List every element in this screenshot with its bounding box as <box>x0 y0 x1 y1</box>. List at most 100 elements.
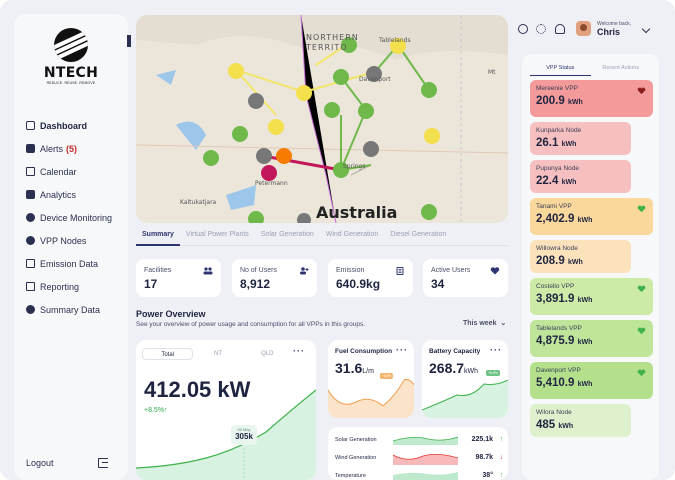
vpp-value: 4,875.9 kWh <box>536 335 592 347</box>
sidebar-item-calendar[interactable]: Calendar <box>26 160 112 183</box>
vpp-map[interactable]: NORTHERN TERRITO Tablelands Davenport Sp… <box>136 15 508 223</box>
logo: NTECH REDUCE. REUSE. REMOVE <box>41 28 101 100</box>
team-icon <box>203 267 213 275</box>
map-label-davenport: Davenport <box>359 76 391 83</box>
logout-button[interactable]: Logout <box>26 458 54 468</box>
vpp-card[interactable]: Mereenie VPP 200.9 kWh <box>530 80 653 117</box>
vpp-unit: kWh <box>577 297 593 304</box>
tab-summary[interactable]: Summary <box>136 226 180 246</box>
sidebar-item-reporting[interactable]: Reporting <box>26 275 112 298</box>
vpp-value: 208.9 kWh <box>536 255 583 267</box>
generation-label: Wind Generation <box>335 455 377 461</box>
map-label-tablelands: Tablelands <box>379 37 411 44</box>
generation-value: 225.1k <box>471 436 493 443</box>
stat-card-emission: Emission 640.9kg <box>328 259 413 297</box>
stat-value: 34 <box>431 277 445 291</box>
tab-recent-actions[interactable]: Recent Actions <box>591 62 652 76</box>
vpp-value-number: 485 <box>536 419 556 431</box>
stat-label: Facilities <box>144 267 172 274</box>
generation-value: 98.7k <box>475 454 493 461</box>
vpp-name: Mereenie VPP <box>536 85 578 92</box>
map-label-territory-2: TERRITO <box>306 43 348 52</box>
moon-icon[interactable] <box>518 24 528 34</box>
vpp-unit: kWh <box>561 141 577 148</box>
sidebar-nav: Dashboard Alerts (5) Calendar Analytics … <box>26 114 112 321</box>
sidebar-item-alerts[interactable]: Alerts (5) <box>26 137 112 160</box>
period-select-label: This week <box>463 320 497 327</box>
heart-icon <box>637 87 646 95</box>
vpp-card[interactable]: Tablelands VPP 4,875.9 kWh <box>530 320 653 357</box>
vpp-name: Tanami VPP <box>536 203 572 210</box>
vpp-card[interactable]: Kunparka Node 26.1 kWh <box>530 122 631 155</box>
vpp-value: 2,402.9 kWh <box>536 213 592 225</box>
sidebar-item-device-monitoring[interactable]: Device Monitoring <box>26 206 112 229</box>
vpp-card[interactable]: Costello VPP 3,891.9 kWh <box>530 278 653 315</box>
vpp-name: Tablelands VPP <box>536 325 582 332</box>
vpp-value-number: 3,891.9 <box>536 293 575 305</box>
active-indicator <box>127 35 131 47</box>
chevron-down-icon[interactable] <box>641 24 651 34</box>
sidebar-item-label: Dashboard <box>40 120 88 131</box>
power-overview-title: Power Overview <box>136 309 206 319</box>
vpp-unit: kWh <box>567 99 583 106</box>
fuel-consumption-card: Fuel Consumption ··· 31.6L/m +44% <box>328 340 414 418</box>
alert-icon <box>26 144 35 153</box>
tab-wind-generation[interactable]: Wind Generation <box>320 226 385 246</box>
generation-row-wind: Wind Generation 98.7k ↓ <box>335 453 503 463</box>
vpp-card[interactable]: Davenport VPP 5,410.9 kWh <box>530 362 653 399</box>
sidebar-item-vpp-nodes[interactable]: VPP Nodes <box>26 229 112 252</box>
vpp-name: Wilora Node <box>536 409 572 416</box>
vpp-card[interactable]: Pupunya Node 22.4 kWh <box>530 160 631 193</box>
vpp-name: Costello VPP <box>536 283 575 290</box>
stat-value: 640.9kg <box>336 277 381 291</box>
content-tabs: Summary Virtual Power Plants Solar Gener… <box>136 226 508 246</box>
vpp-value: 3,891.9 kWh <box>536 293 592 305</box>
period-select[interactable]: This week ⌄ <box>463 319 506 327</box>
arrow-up-icon: ↑ <box>499 436 504 443</box>
vpp-card[interactable]: Wilora Node 485 kWh <box>530 404 631 437</box>
analytics-icon <box>26 190 35 199</box>
nodes-icon <box>26 236 35 245</box>
avatar[interactable] <box>576 21 591 36</box>
heart-icon <box>637 327 646 335</box>
vpp-unit: kWh <box>558 423 574 430</box>
document-icon <box>396 267 404 275</box>
vpp-value: 485 kWh <box>536 419 573 431</box>
generation-label: Temperature <box>335 473 366 479</box>
vpp-card[interactable]: Willowra Node 208.9 kWh <box>530 240 631 273</box>
stat-label: No of Users <box>240 267 277 274</box>
sidebar-item-analytics[interactable]: Analytics <box>26 183 112 206</box>
sidebar-item-emission-data[interactable]: Emission Data <box>26 252 112 275</box>
stat-value: 17 <box>144 277 158 291</box>
vpp-value-number: 4,875.9 <box>536 335 575 347</box>
vpp-card[interactable]: Tanami VPP 2,402.9 kWh <box>530 198 653 235</box>
map-label-petermann: Petermann <box>255 180 288 187</box>
battery-capacity-card: Battery Capacity ··· 268.7kWh +6.8% <box>422 340 508 418</box>
sidebar-item-label: VPP Nodes <box>40 235 87 246</box>
generation-row-solar: Solar Generation 225.1k ↑ <box>335 435 503 445</box>
tab-solar-generation[interactable]: Solar Generation <box>255 226 320 246</box>
panel-tabs: VPP Status Recent Actions <box>530 62 651 76</box>
stat-value: 8,912 <box>240 277 271 291</box>
logo-name: NTECH <box>43 65 99 81</box>
sidebar-item-summary-data[interactable]: Summary Data <box>26 298 112 321</box>
sidebar-item-label: Analytics <box>40 189 77 200</box>
fuel-area-chart <box>328 379 414 418</box>
vpp-name: Davenport VPP <box>536 367 581 374</box>
bell-icon[interactable] <box>555 24 565 34</box>
heart-icon <box>637 369 646 377</box>
map-label-australia: Australia <box>316 203 398 222</box>
stat-card-active-users: Active Users 34 <box>423 259 508 297</box>
tab-vpp-status[interactable]: VPP Status <box>530 62 591 76</box>
tab-diesel-generation[interactable]: Diesel Generation <box>384 226 452 246</box>
report-icon <box>26 282 35 291</box>
chevron-down-icon: ⌄ <box>498 320 507 327</box>
sidebar: NTECH REDUCE. REUSE. REMOVE Dashboard Al… <box>14 14 128 480</box>
logout-icon[interactable] <box>98 458 108 468</box>
map-label-kaltukatjara: Kaltukatjara <box>180 199 217 206</box>
gear-icon[interactable] <box>536 24 546 34</box>
tab-virtual-power-plants[interactable]: Virtual Power Plants <box>180 226 255 246</box>
tooltip-value: 305k <box>235 432 253 441</box>
sidebar-item-dashboard[interactable]: Dashboard <box>26 114 112 137</box>
vpp-unit: kWh <box>577 381 593 388</box>
